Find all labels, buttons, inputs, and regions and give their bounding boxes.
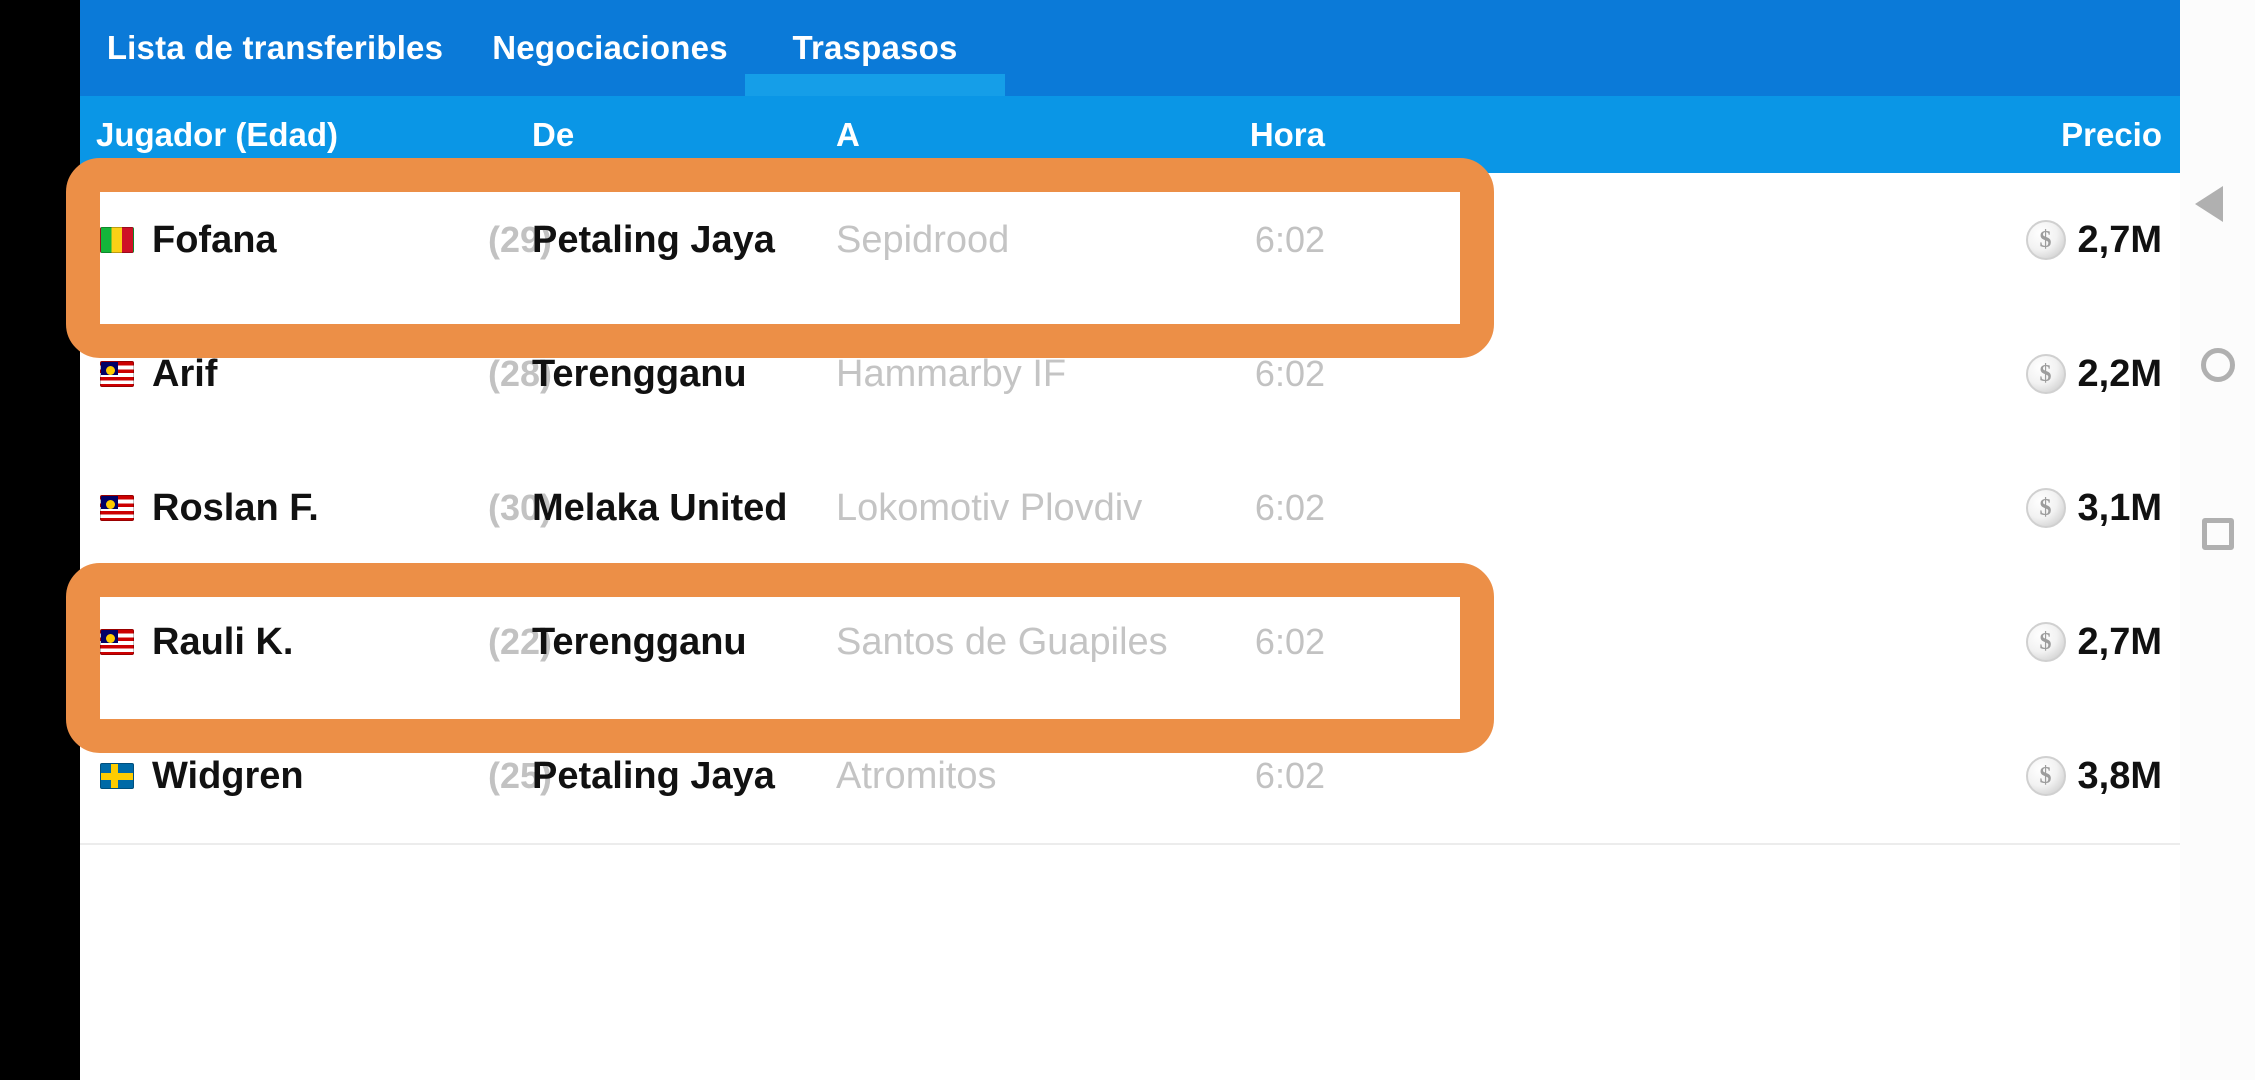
transfers-table: Fofana (29) Petaling Jaya Sepidrood 6:02… xyxy=(80,173,2180,1080)
column-header-to[interactable]: A xyxy=(836,96,860,173)
column-header-time[interactable]: Hora xyxy=(1250,96,1325,173)
transfer-price-cell: $ 2,7M xyxy=(2025,575,2162,709)
coin-icon: $ xyxy=(2025,354,2066,394)
coin-icon: $ xyxy=(2025,756,2066,796)
club-from: Terengganu xyxy=(532,352,747,395)
coin-icon: $ xyxy=(2025,220,2066,260)
tab-negociaciones[interactable]: Negociaciones xyxy=(475,0,745,96)
player-name: Rauli K. xyxy=(152,620,294,663)
table-row[interactable]: Rauli K. (22) Terengganu Santos de Guapi… xyxy=(80,575,2180,711)
transfer-price: 3,1M xyxy=(2077,486,2162,529)
player-name: Arif xyxy=(152,352,218,395)
tab-bar: Lista de transferibles Negociaciones Tra… xyxy=(80,0,2180,96)
transfer-time: 6:02 xyxy=(1254,755,1325,796)
transfer-price-cell: $ 2,2M xyxy=(2025,307,2162,441)
club-to: Sepidrood xyxy=(836,218,1010,261)
club-from: Melaka United xyxy=(532,486,788,529)
column-header-from[interactable]: De xyxy=(532,96,574,173)
player-name: Fofana xyxy=(152,218,277,261)
club-to: Hammarby IF xyxy=(836,352,1067,395)
column-header-price[interactable]: Precio xyxy=(2061,96,2162,173)
flag-malaysia-icon xyxy=(96,441,138,575)
transfer-price: 2,2M xyxy=(2077,352,2162,395)
tab-label: Negociaciones xyxy=(492,29,728,66)
flag-sweden-icon xyxy=(96,709,138,843)
club-from: Petaling Jaya xyxy=(532,754,775,797)
transfer-price: 2,7M xyxy=(2077,620,2162,663)
transfer-price-cell: $ 2,7M xyxy=(2025,173,2162,307)
device-bezel-left xyxy=(0,0,80,1080)
transfer-time: 6:02 xyxy=(1254,353,1325,394)
active-tab-indicator xyxy=(745,74,1005,96)
transfer-time: 6:02 xyxy=(1254,487,1325,528)
club-to: Santos de Guapiles xyxy=(836,620,1168,663)
transfer-time: 6:02 xyxy=(1254,219,1325,260)
transfer-price-cell: $ 3,8M xyxy=(2025,709,2162,843)
table-row[interactable]: Roslan F. (30) Melaka United Lokomotiv P… xyxy=(80,441,2180,577)
club-to: Atromitos xyxy=(836,754,997,797)
coin-icon: $ xyxy=(2025,488,2066,528)
flag-malaysia-icon xyxy=(96,575,138,709)
transfer-time: 6:02 xyxy=(1254,621,1325,662)
transfer-price: 2,7M xyxy=(2077,218,2162,261)
recents-square-icon[interactable] xyxy=(2201,518,2234,550)
tab-label: Lista de transferibles xyxy=(106,29,444,66)
flag-malaysia-icon xyxy=(96,307,138,441)
table-row[interactable]: Arif (28) Terengganu Hammarby IF 6:02 $ … xyxy=(80,307,2180,443)
club-to: Lokomotiv Plovdiv xyxy=(836,486,1143,529)
column-header-row: Jugador (Edad) De A Hora Precio xyxy=(80,96,2180,173)
column-header-player[interactable]: Jugador (Edad) xyxy=(96,96,338,173)
club-from: Petaling Jaya xyxy=(532,218,775,261)
coin-icon: $ xyxy=(2025,622,2066,662)
table-row[interactable]: Fofana (29) Petaling Jaya Sepidrood 6:02… xyxy=(80,173,2180,309)
flag-mali-icon xyxy=(96,173,138,307)
app-viewport: Lista de transferibles Negociaciones Tra… xyxy=(80,0,2180,1080)
tab-lista-de-transferibles[interactable]: Lista de transferibles xyxy=(90,0,460,96)
club-from: Terengganu xyxy=(532,620,747,663)
back-triangle-icon[interactable] xyxy=(2194,186,2251,222)
android-navigation-bar xyxy=(2180,0,2255,1080)
player-name: Widgren xyxy=(152,754,304,797)
player-name: Roslan F. xyxy=(152,486,319,529)
transfer-price: 3,8M xyxy=(2077,754,2162,797)
table-row[interactable]: Widgren (25) Petaling Jaya Atromitos 6:0… xyxy=(80,709,2180,845)
tab-label: Traspasos xyxy=(792,29,958,66)
home-circle-icon[interactable] xyxy=(2200,348,2235,382)
transfer-price-cell: $ 3,1M xyxy=(2025,441,2162,575)
